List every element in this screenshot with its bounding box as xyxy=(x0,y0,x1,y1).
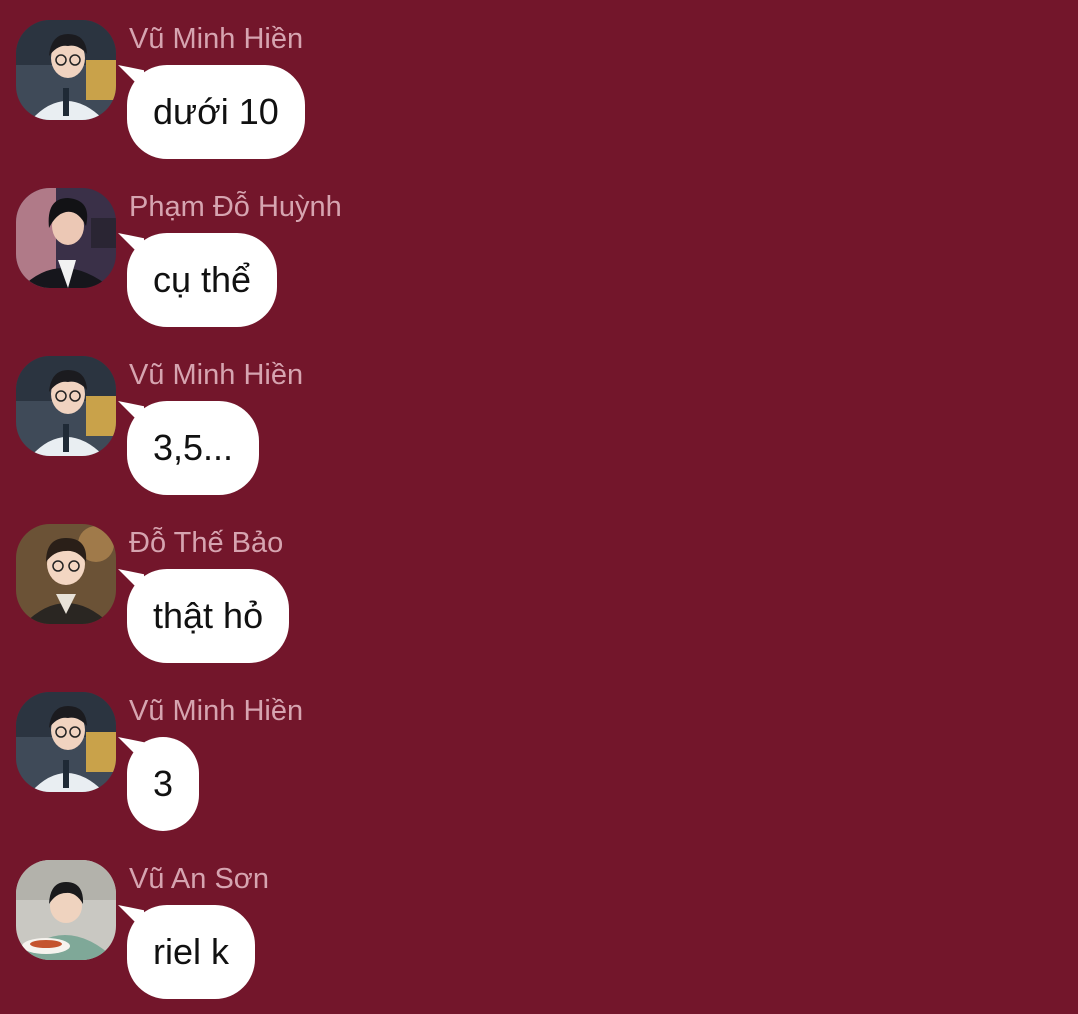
message-text: 3 xyxy=(153,763,174,804)
message-text: 3,5... xyxy=(153,427,234,468)
message-row: Vũ Minh Hiền 3 xyxy=(0,672,1078,840)
avatar-vu-an-son[interactable] xyxy=(16,860,116,960)
avatar-photo-icon xyxy=(16,188,116,288)
message-text: thật hỏ xyxy=(153,595,264,636)
message-row: Phạm Đỗ Huỳnh cụ thể xyxy=(0,168,1078,336)
message-text: cụ thể xyxy=(153,259,252,300)
message-bubble[interactable]: 3 xyxy=(127,737,200,831)
message-bubble[interactable]: cụ thể xyxy=(127,233,278,327)
avatar-photo-icon xyxy=(16,524,116,624)
message-bubble[interactable]: riel k xyxy=(127,905,256,999)
avatar-vu-minh-hien[interactable] xyxy=(16,356,116,456)
sender-name: Vũ Minh Hiền xyxy=(129,23,304,55)
chat-thread: Vũ Minh Hiền dưới 10 Phạm Đỗ Huỳnh cụ th… xyxy=(0,0,1078,1014)
message-row: Đỗ Thế Bảo thật hỏ xyxy=(0,504,1078,672)
sender-name: Đỗ Thế Bảo xyxy=(129,527,284,559)
sender-name: Vũ An Sơn xyxy=(129,863,269,895)
avatar-photo-icon xyxy=(16,860,116,960)
message-row: Vũ Minh Hiền dưới 10 xyxy=(0,0,1078,168)
message-bubble[interactable]: 3,5... xyxy=(127,401,260,495)
sender-name: Vũ Minh Hiền xyxy=(129,695,304,727)
avatar-vu-minh-hien[interactable] xyxy=(16,692,116,792)
sender-name: Phạm Đỗ Huỳnh xyxy=(129,191,342,223)
avatar-photo-icon xyxy=(16,692,116,792)
sender-name: Vũ Minh Hiền xyxy=(129,359,304,391)
avatar-photo-icon xyxy=(16,20,116,120)
message-row: Vũ An Sơn riel k xyxy=(0,840,1078,1008)
message-bubble[interactable]: dưới 10 xyxy=(127,65,305,159)
message-text: dưới 10 xyxy=(153,91,279,132)
avatar-do-the-bao[interactable] xyxy=(16,524,116,624)
message-bubble[interactable]: thật hỏ xyxy=(127,569,290,663)
message-text: riel k xyxy=(153,931,230,972)
avatar-photo-icon xyxy=(16,356,116,456)
message-row: Vũ Minh Hiền 3,5... xyxy=(0,336,1078,504)
avatar-vu-minh-hien[interactable] xyxy=(16,20,116,120)
avatar-pham-do-huynh[interactable] xyxy=(16,188,116,288)
